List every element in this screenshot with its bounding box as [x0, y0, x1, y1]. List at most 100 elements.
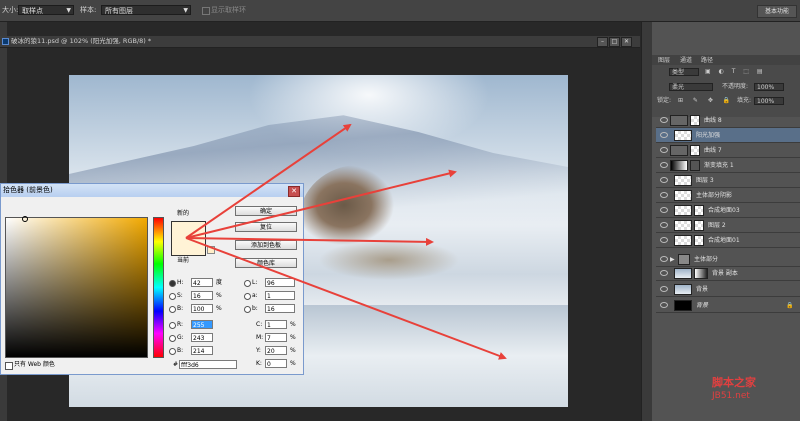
layer-row-selected[interactable]: 阳光加强	[656, 128, 800, 143]
tab-channels[interactable]: 通道	[680, 56, 692, 65]
dialog-close-button[interactable]: ✕	[288, 186, 300, 197]
layer-group-row[interactable]: ▶ 主体部分	[656, 252, 800, 267]
eye-icon[interactable]	[660, 256, 668, 262]
size-dropdown[interactable]: 取样点 ▼	[18, 5, 74, 15]
mask-thumb	[690, 115, 700, 126]
l-input[interactable]: 96	[265, 278, 295, 287]
size-label: 大小:	[2, 6, 19, 14]
photoshop-doc-icon	[2, 38, 9, 45]
c-input[interactable]: 1	[265, 320, 287, 329]
eye-icon[interactable]	[660, 270, 668, 276]
g-label: G:	[177, 334, 184, 341]
show-ring-checkbox[interactable]	[202, 7, 210, 15]
gradient-thumb	[670, 160, 688, 171]
adjustment-thumb	[670, 115, 688, 126]
c-label: C:	[256, 321, 263, 328]
layer-name: 曲线 7	[704, 147, 722, 154]
eye-icon[interactable]	[660, 207, 668, 213]
layer-row[interactable]: 合成地面01	[656, 233, 800, 248]
eye-icon[interactable]	[660, 132, 668, 138]
blue-input[interactable]: 214	[191, 346, 213, 355]
mask-thumb	[690, 145, 700, 156]
eye-icon[interactable]	[660, 286, 668, 292]
hue-slider[interactable]	[153, 217, 164, 358]
current-color-label: 当前	[177, 257, 190, 264]
h-unit: 度	[216, 279, 223, 286]
current-color-swatch[interactable]	[171, 238, 206, 256]
l-label: L:	[252, 279, 258, 286]
layer-name: 主体部分阴影	[696, 192, 733, 199]
layer-name: 背景 副本	[712, 270, 738, 277]
a-input[interactable]: 1	[265, 291, 295, 300]
layer-row[interactable]: 图层 2	[656, 218, 800, 233]
ok-button[interactable]: 确定	[235, 206, 297, 216]
layer-row[interactable]: 合成地面03	[656, 203, 800, 218]
minimize-icon[interactable]: –	[597, 37, 608, 47]
blue-radio[interactable]	[169, 348, 176, 355]
opacity-input[interactable]: 100%	[754, 83, 784, 91]
fill-input[interactable]: 100%	[754, 97, 784, 105]
blend-mode-dropdown[interactable]: 柔光	[669, 83, 713, 91]
r-radio[interactable]	[169, 322, 176, 329]
filter-icons[interactable]: ▣ ◐ T ⬚ ▤	[705, 68, 766, 76]
mask-thumb	[694, 220, 704, 231]
maximize-icon[interactable]: □	[609, 37, 620, 47]
expand-arrow-icon[interactable]: ▶	[670, 252, 675, 267]
lab-b-radio[interactable]	[244, 306, 251, 313]
hex-input[interactable]: fff3d6	[179, 360, 237, 369]
reset-button[interactable]: 复位	[235, 222, 297, 232]
y-input[interactable]: 20	[265, 346, 287, 355]
sample-dropdown[interactable]: 所有图层 ▼	[101, 5, 191, 15]
m-unit: %	[290, 334, 296, 341]
dialog-title: 拾色器 (前景色)	[1, 184, 303, 197]
layer-row[interactable]: 背景 副本	[656, 266, 800, 281]
g-radio[interactable]	[169, 335, 176, 342]
s-radio[interactable]	[169, 293, 176, 300]
layer-row[interactable]: 背景	[656, 282, 800, 297]
add-to-swatches-button[interactable]: 添加到色板	[235, 240, 297, 250]
workspace-button[interactable]: 基本功能	[757, 5, 797, 18]
lab-b-input[interactable]: 16	[265, 304, 295, 313]
layer-row[interactable]: 曲线 8	[656, 113, 800, 128]
layer-row[interactable]: 曲线 7	[656, 143, 800, 158]
eye-icon[interactable]	[660, 162, 668, 168]
h-radio[interactable]	[169, 280, 176, 287]
h-label: H:	[177, 279, 184, 286]
m-input[interactable]: 7	[265, 333, 287, 342]
r-input[interactable]: 255	[191, 320, 213, 329]
layer-row[interactable]: 主体部分阴影	[656, 188, 800, 203]
k-input[interactable]: 0	[265, 359, 287, 368]
h-input[interactable]: 42	[191, 278, 213, 287]
tab-layers[interactable]: 图层	[658, 56, 670, 65]
g-input[interactable]: 243	[191, 333, 213, 342]
eye-icon[interactable]	[660, 147, 668, 153]
layer-row[interactable]: 背景 🔒	[656, 298, 800, 313]
layer-thumb	[674, 205, 692, 216]
color-libraries-button[interactable]: 颜色库	[235, 258, 297, 268]
lab-b-label: b:	[252, 305, 258, 312]
tab-paths[interactable]: 路径	[701, 56, 713, 65]
eye-icon[interactable]	[660, 222, 668, 228]
a-radio[interactable]	[244, 293, 251, 300]
s-input[interactable]: 16	[191, 291, 213, 300]
close-icon[interactable]: ✕	[621, 37, 632, 47]
l-radio[interactable]	[244, 280, 251, 287]
color-field[interactable]	[5, 217, 148, 358]
color-field-cursor[interactable]	[22, 216, 28, 222]
eye-icon[interactable]	[660, 192, 668, 198]
web-only-label: 只有 Web 颜色	[14, 361, 55, 368]
b-label: B:	[177, 305, 184, 312]
eye-icon[interactable]	[660, 237, 668, 243]
layer-name: 合成地面01	[708, 237, 740, 244]
layer-row[interactable]: 图层 3	[656, 173, 800, 188]
web-safe-warning-icon[interactable]	[207, 246, 215, 254]
eye-icon[interactable]	[660, 117, 668, 123]
b-radio[interactable]	[169, 306, 176, 313]
layer-row[interactable]: 渐变填充 1	[656, 158, 800, 173]
lock-icons[interactable]: ⊞ ✎ ✥ 🔒	[678, 97, 734, 105]
eye-icon[interactable]	[660, 177, 668, 183]
b-input[interactable]: 100	[191, 304, 213, 313]
eye-icon[interactable]	[660, 302, 668, 308]
kind-filter-dropdown[interactable]: 类型	[669, 68, 699, 76]
web-only-checkbox[interactable]	[5, 362, 13, 370]
